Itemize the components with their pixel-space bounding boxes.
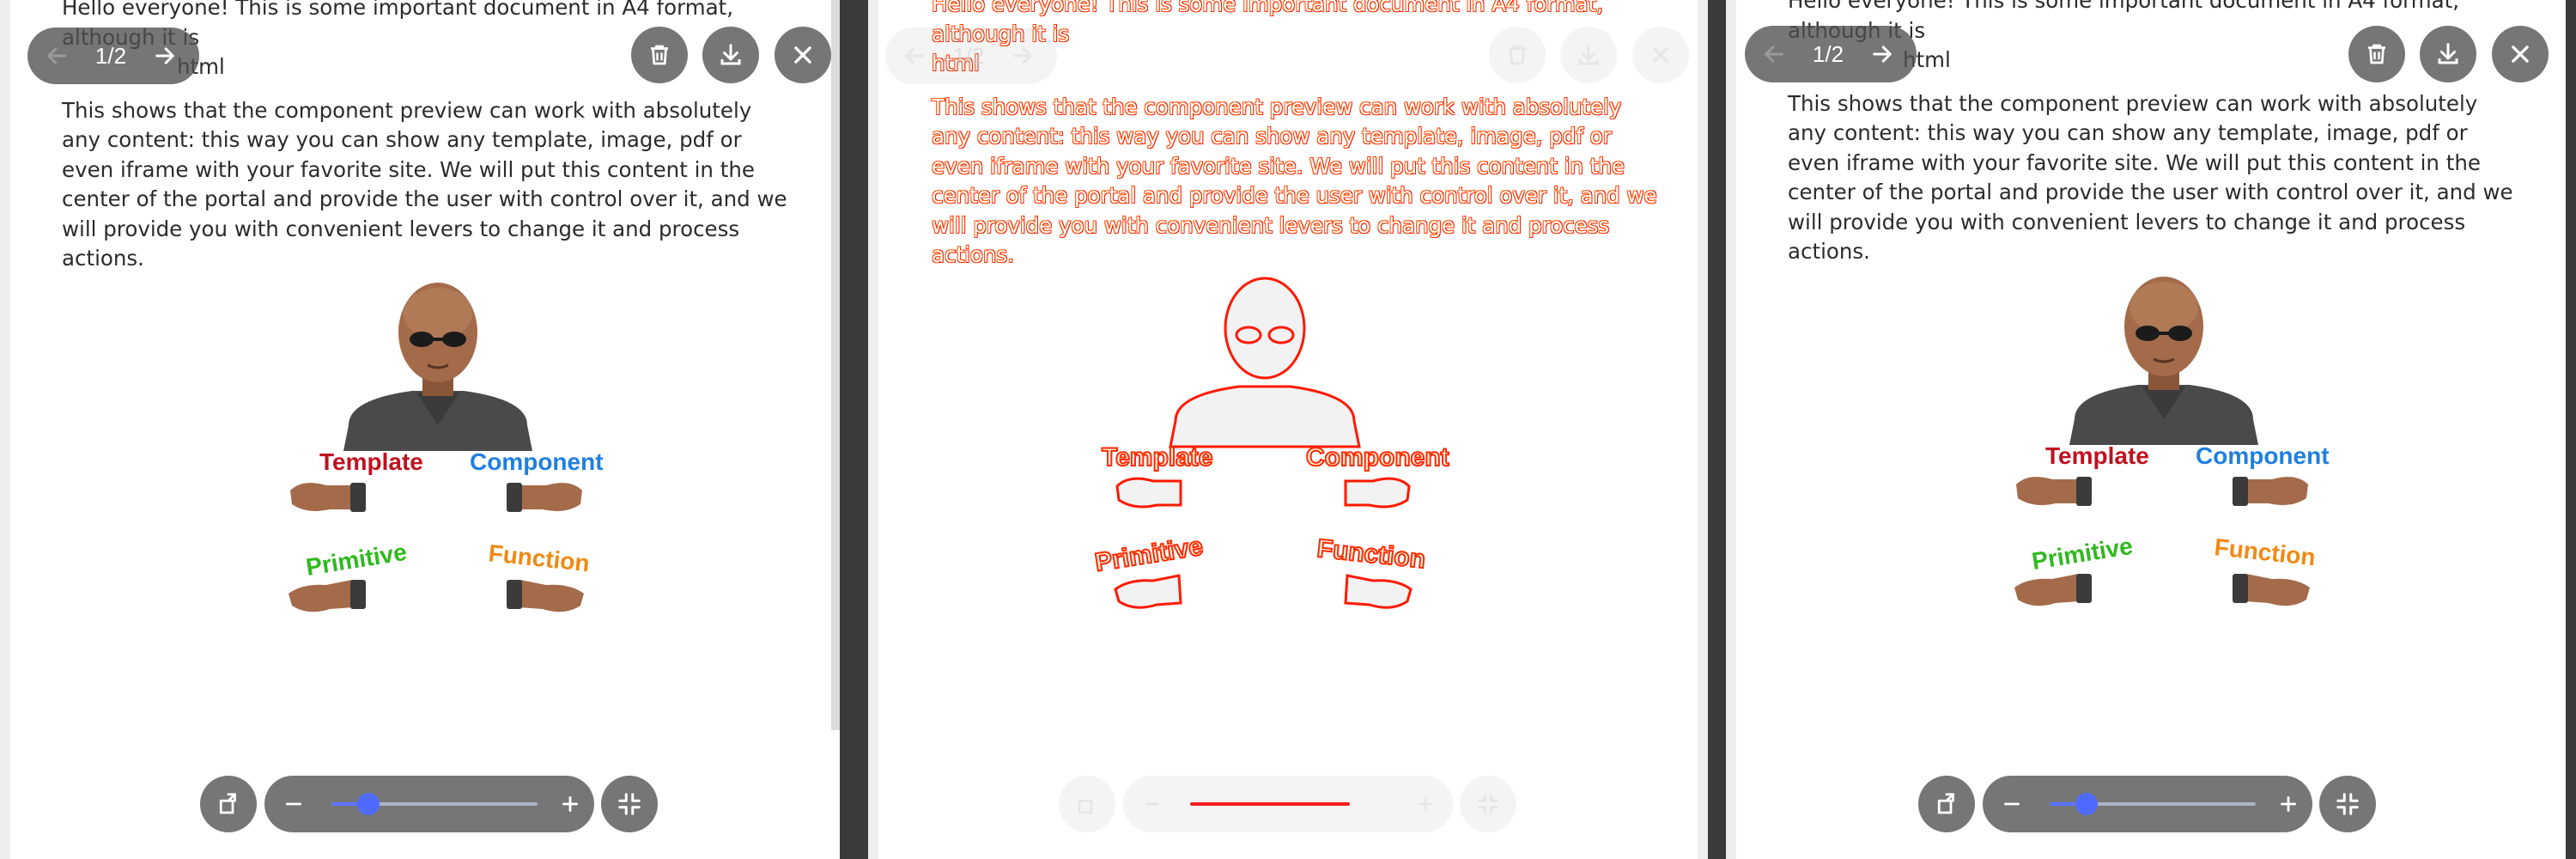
pagination-control: 1/2: [1745, 26, 1917, 82]
fullscreen-button[interactable]: [1460, 776, 1516, 832]
hand-icon: [2233, 477, 2308, 506]
collapse-icon: [2336, 793, 2359, 815]
hand-icon: [507, 580, 584, 612]
fullscreen-button[interactable]: [2319, 776, 2376, 832]
hand-icon: [289, 580, 366, 612]
zoom-slider-thumb[interactable]: [357, 793, 380, 815]
download-button[interactable]: [702, 27, 759, 83]
trash-icon: [651, 45, 668, 65]
zoom-control: [1123, 776, 1453, 832]
zoom-slider[interactable]: [331, 793, 538, 815]
document-paragraph: This shows that the component preview ca…: [932, 94, 1657, 268]
page-counter: 1/2: [952, 42, 985, 69]
close-icon: [1652, 46, 1669, 64]
arrow-left-icon[interactable]: [1750, 30, 1798, 78]
close-button[interactable]: [2492, 26, 2549, 82]
arrow-left-icon[interactable]: [890, 32, 939, 80]
delete-button[interactable]: [631, 27, 688, 83]
illustration: Template Component Primitive Function: [1966, 273, 2379, 634]
rotate-button[interactable]: [1918, 776, 1975, 832]
download-button[interactable]: [2420, 26, 2476, 82]
hand-icon: [2016, 477, 2092, 506]
arrow-right-icon[interactable]: [999, 32, 1047, 80]
hand-icon: [2014, 574, 2092, 606]
fullscreen-button[interactable]: [601, 776, 658, 832]
label-primitive: Primitive: [1093, 532, 1205, 576]
label-function: Function: [1315, 534, 1426, 574]
download-icon: [1578, 45, 1599, 65]
download-button[interactable]: [1560, 27, 1617, 83]
page-counter: 1/2: [94, 42, 127, 69]
arrow-left-icon[interactable]: [33, 32, 81, 80]
character-illustration: Template Component Primitive Function: [289, 283, 604, 612]
zoom-slider[interactable]: [2049, 793, 2257, 815]
trash-icon: [2368, 44, 2385, 64]
preview-panel-1: Hello everyone! This is some important d…: [0, 0, 840, 859]
minus-icon[interactable]: [270, 780, 318, 828]
collapse-icon: [618, 793, 641, 815]
panel-edge: [868, 0, 878, 859]
pagination-control: 1/2: [885, 27, 1057, 84]
delete-button[interactable]: [2348, 26, 2405, 82]
close-button[interactable]: [1632, 27, 1689, 83]
character-illustration: Template Component Primitive Function: [2014, 277, 2330, 606]
plus-icon[interactable]: [2264, 780, 2312, 828]
label-primitive: Primitive: [2030, 533, 2135, 575]
label-template: Template: [1102, 443, 1212, 472]
illustration: Template Component Primitive Function: [240, 279, 653, 640]
hand-icon: [2233, 574, 2310, 606]
hand-icon: [507, 483, 582, 512]
label-function: Function: [2213, 533, 2317, 570]
delete-button[interactable]: [1489, 27, 1546, 83]
rotate-icon: [1078, 799, 1093, 814]
rotate-icon: [1937, 793, 1954, 814]
scrollbar[interactable]: [831, 0, 840, 730]
plus-icon[interactable]: [1401, 780, 1449, 828]
hand-icon: [290, 483, 366, 512]
label-component: Component: [470, 448, 604, 475]
rotate-button[interactable]: [1059, 776, 1115, 832]
label-component: Component: [2196, 442, 2330, 469]
preview-panel-2: Hello everyone! This is some important d…: [868, 0, 1708, 859]
download-icon: [720, 44, 741, 65]
label-component: Component: [1306, 443, 1449, 472]
download-icon: [2438, 43, 2458, 64]
document-paragraph: This shows that the component preview ca…: [62, 97, 787, 271]
document-paragraph: This shows that the component preview ca…: [1788, 90, 2513, 265]
label-template: Template: [2045, 442, 2149, 469]
collapse-icon: [1478, 794, 1498, 814]
rotate-button[interactable]: [200, 776, 257, 832]
zoom-control: [264, 776, 594, 832]
arrow-right-icon[interactable]: [1858, 30, 1906, 78]
pagination-control: 1/2: [27, 27, 199, 84]
minus-icon[interactable]: [1128, 780, 1176, 828]
close-button[interactable]: [775, 27, 831, 83]
label-function: Function: [487, 539, 591, 576]
minus-icon[interactable]: [1988, 780, 2036, 828]
illustration: Template Component Primitive Function: [1067, 275, 1479, 636]
arrow-right-icon[interactable]: [141, 32, 189, 80]
label-template: Template: [319, 448, 423, 475]
trash-icon: [1509, 45, 1526, 65]
character-illustration-outline: Template Component Primitive Function: [1092, 277, 1450, 609]
preview-panel-3: Hello everyone! This is some important d…: [1726, 0, 2566, 859]
plus-icon[interactable]: [546, 780, 594, 828]
zoom-control: [1983, 776, 2312, 832]
close-icon: [794, 46, 811, 64]
zoom-slider[interactable]: [1190, 802, 1350, 806]
zoom-slider-thumb[interactable]: [2075, 793, 2098, 815]
panel-edge: [0, 0, 10, 859]
panel-edge: [1726, 0, 1736, 859]
rotate-icon: [219, 793, 236, 814]
close-icon: [2512, 46, 2529, 63]
page-counter: 1/2: [1812, 40, 1844, 67]
panel-edge: [1698, 0, 1708, 859]
label-primitive: Primitive: [304, 539, 409, 581]
